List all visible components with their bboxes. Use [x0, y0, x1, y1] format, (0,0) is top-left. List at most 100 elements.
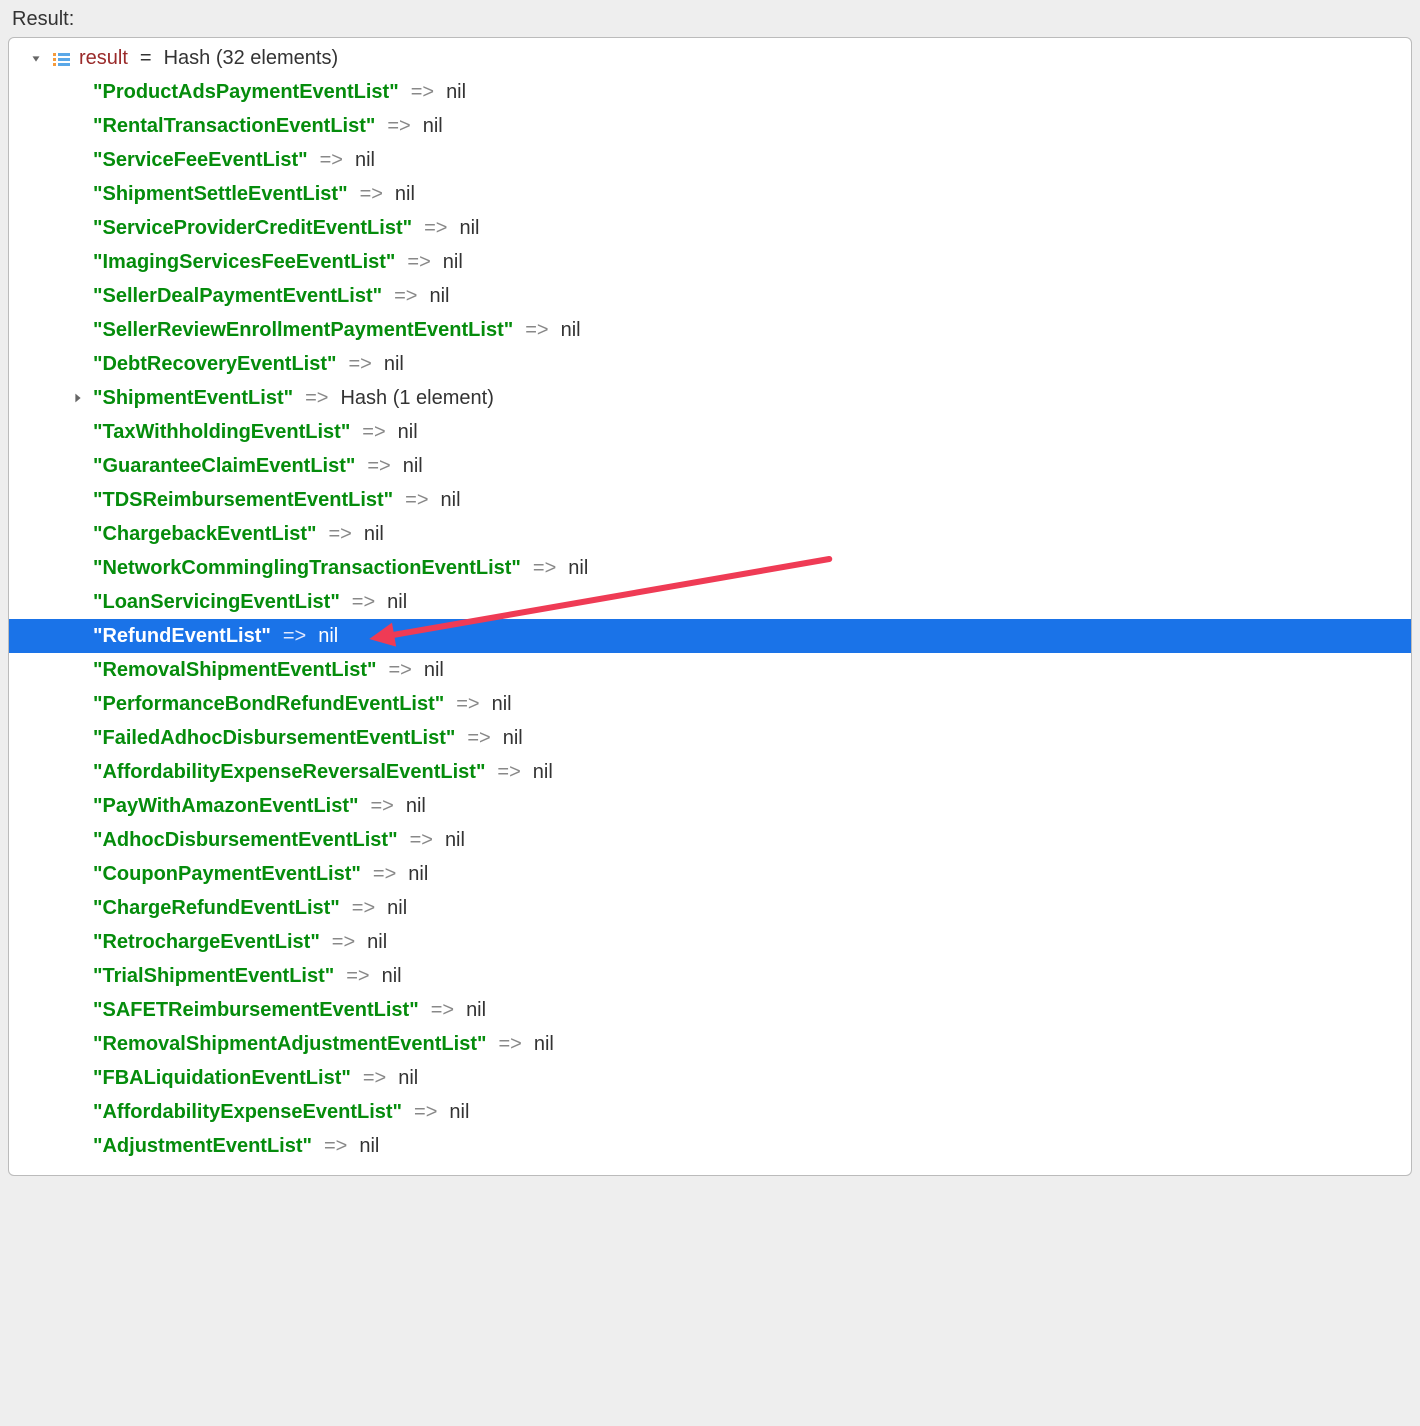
- hash-key: "AdhocDisbursementEventList": [93, 827, 398, 854]
- hash-value-nil: nil: [492, 691, 512, 718]
- hash-value-nil: nil: [382, 963, 402, 990]
- hash-key: "RemovalShipmentEventList": [93, 657, 376, 684]
- hash-arrow-operator: =>: [491, 759, 526, 786]
- hash-entry-row[interactable]: "CouponPaymentEventList"=>nil: [9, 857, 1411, 891]
- hash-key: "TrialShipmentEventList": [93, 963, 334, 990]
- hash-arrow-operator: =>: [399, 487, 434, 514]
- hash-value-nil: nil: [403, 453, 423, 480]
- hash-arrow-operator: =>: [404, 827, 439, 854]
- hash-key: "ChargebackEventList": [93, 521, 316, 548]
- hash-value-nil: nil: [387, 589, 407, 616]
- hash-entries-list: "ProductAdsPaymentEventList"=>nil"Rental…: [9, 75, 1411, 1163]
- hash-entry-row[interactable]: "ShipmentEventList"=>Hash (1 element): [9, 381, 1411, 415]
- hash-key: "ProductAdsPaymentEventList": [93, 79, 399, 106]
- hash-arrow-operator: =>: [343, 351, 378, 378]
- hash-arrow-operator: =>: [382, 657, 417, 684]
- hash-arrow-operator: =>: [277, 623, 312, 650]
- hash-entry-row[interactable]: "RetrochargeEventList"=>nil: [9, 925, 1411, 959]
- hash-key: "GuaranteeClaimEventList": [93, 453, 355, 480]
- hash-key: "DebtRecoveryEventList": [93, 351, 337, 378]
- hash-entry-row[interactable]: "SellerDealPaymentEventList"=>nil: [9, 279, 1411, 313]
- hash-entry-row[interactable]: "RemovalShipmentEventList"=> nil: [9, 653, 1411, 687]
- hash-key: "SAFETReimbursementEventList": [93, 997, 419, 1024]
- result-header-label: Result:: [8, 8, 1412, 31]
- hash-arrow-operator: =>: [388, 283, 423, 310]
- hash-value-nil: nil: [445, 827, 465, 854]
- hash-value-nil: nil: [318, 623, 338, 650]
- hash-key: "PayWithAmazonEventList": [93, 793, 359, 820]
- hash-entry-row[interactable]: "FailedAdhocDisbursementEventList"=>nil: [9, 721, 1411, 755]
- hash-key: "RentalTransactionEventList": [93, 113, 375, 140]
- expand-toggle-icon[interactable]: [69, 389, 87, 407]
- hash-entry-row[interactable]: "GuaranteeClaimEventList"=>nil: [9, 449, 1411, 483]
- hash-value-nil: nil: [364, 521, 384, 548]
- hash-key: "TaxWithholdingEventList": [93, 419, 350, 446]
- expand-toggle-icon[interactable]: [27, 50, 45, 68]
- hash-value-nil: nil: [568, 555, 588, 582]
- hash-value-nil: nil: [424, 657, 444, 684]
- hash-entry-row[interactable]: "PerformanceBondRefundEventList"=>nil: [9, 687, 1411, 721]
- hash-arrow-operator: =>: [346, 589, 381, 616]
- hash-entry-row[interactable]: "TrialShipmentEventList"=> nil: [9, 959, 1411, 993]
- hash-entry-row[interactable]: "TDSReimbursementEventList"=>nil: [9, 483, 1411, 517]
- hash-value-nil: nil: [423, 113, 443, 140]
- hash-entry-row[interactable]: "SAFETReimbursementEventList"=>nil: [9, 993, 1411, 1027]
- hash-arrow-operator: =>: [450, 691, 485, 718]
- hash-key: "AffordabilityExpenseReversalEventList": [93, 759, 485, 786]
- hash-key: "RemovalShipmentAdjustmentEventList": [93, 1031, 486, 1058]
- hash-arrow-operator: =>: [354, 181, 389, 208]
- hash-arrow-operator: =>: [322, 521, 357, 548]
- hash-value-nil: nil: [533, 759, 553, 786]
- hash-entry-row[interactable]: "AffordabilityExpenseEventList"=> nil: [9, 1095, 1411, 1129]
- hash-entry-row[interactable]: "DebtRecoveryEventList"=>nil: [9, 347, 1411, 381]
- hash-entry-row[interactable]: "LoanServicingEventList"=> nil: [9, 585, 1411, 619]
- result-panel: result = Hash (32 elements) "ProductAdsP…: [8, 37, 1412, 1176]
- hash-key: "AffordabilityExpenseEventList": [93, 1099, 402, 1126]
- hash-entry-row[interactable]: "AdhocDisbursementEventList"=> nil: [9, 823, 1411, 857]
- hash-key: "TDSReimbursementEventList": [93, 487, 393, 514]
- hash-entry-row[interactable]: "ChargebackEventList"=> nil: [9, 517, 1411, 551]
- hash-arrow-operator: =>: [326, 929, 361, 956]
- hash-entry-row[interactable]: "ChargeRefundEventList"=>nil: [9, 891, 1411, 925]
- hash-key: "CouponPaymentEventList": [93, 861, 361, 888]
- hash-entry-row[interactable]: "ImagingServicesFeeEventList"=>nil: [9, 245, 1411, 279]
- hash-key: "RetrochargeEventList": [93, 929, 320, 956]
- hash-value-nil: nil: [398, 1065, 418, 1092]
- hash-value-nil: nil: [387, 895, 407, 922]
- hash-key: "LoanServicingEventList": [93, 589, 340, 616]
- hash-entry-row[interactable]: "RentalTransactionEventList"=>nil: [9, 109, 1411, 143]
- root-variable-row[interactable]: result = Hash (32 elements): [9, 44, 1411, 73]
- hash-entry-row[interactable]: "FBALiquidationEventList"=>nil: [9, 1061, 1411, 1095]
- hash-value-nil: nil: [466, 997, 486, 1024]
- hash-entry-row[interactable]: "NetworkComminglingTransactionEventList"…: [9, 551, 1411, 585]
- hash-entry-row[interactable]: "ShipmentSettleEventList"=>nil: [9, 177, 1411, 211]
- hash-arrow-operator: =>: [318, 1133, 353, 1160]
- hash-entry-row[interactable]: "RefundEventList"=>nil: [9, 619, 1411, 653]
- hash-entry-row[interactable]: "ProductAdsPaymentEventList"=>nil: [9, 75, 1411, 109]
- hash-value-nil: nil: [449, 1099, 469, 1126]
- hash-value-desc: Hash (1 element): [340, 385, 493, 412]
- hash-key: "FailedAdhocDisbursementEventList": [93, 725, 455, 752]
- hash-arrow-operator: =>: [519, 317, 554, 344]
- hash-value-nil: nil: [446, 79, 466, 106]
- hash-arrow-operator: =>: [418, 215, 453, 242]
- hash-value-nil: nil: [429, 283, 449, 310]
- hash-key: "NetworkComminglingTransactionEventList": [93, 555, 521, 582]
- hash-arrow-operator: =>: [299, 385, 334, 412]
- hash-value-nil: nil: [408, 861, 428, 888]
- hash-entry-row[interactable]: "PayWithAmazonEventList"=>nil: [9, 789, 1411, 823]
- hash-entry-row[interactable]: "AffordabilityExpenseReversalEventList"=…: [9, 755, 1411, 789]
- hash-entry-row[interactable]: "TaxWithholdingEventList"=>nil: [9, 415, 1411, 449]
- variable-name: result: [79, 47, 128, 70]
- hash-key: "ImagingServicesFeeEventList": [93, 249, 395, 276]
- hash-entry-row[interactable]: "AdjustmentEventList"=>nil: [9, 1129, 1411, 1163]
- hash-entry-row[interactable]: "RemovalShipmentAdjustmentEventList"=>ni…: [9, 1027, 1411, 1061]
- hash-entry-row[interactable]: "ServiceFeeEventList"=>nil: [9, 143, 1411, 177]
- hash-value-nil: nil: [561, 317, 581, 344]
- hash-entry-row[interactable]: "SellerReviewEnrollmentPaymentEventList"…: [9, 313, 1411, 347]
- hash-arrow-operator: =>: [492, 1031, 527, 1058]
- hash-arrow-operator: =>: [340, 963, 375, 990]
- hash-arrow-operator: =>: [408, 1099, 443, 1126]
- hash-key: "SellerReviewEnrollmentPaymentEventList": [93, 317, 513, 344]
- hash-entry-row[interactable]: "ServiceProviderCreditEventList"=>nil: [9, 211, 1411, 245]
